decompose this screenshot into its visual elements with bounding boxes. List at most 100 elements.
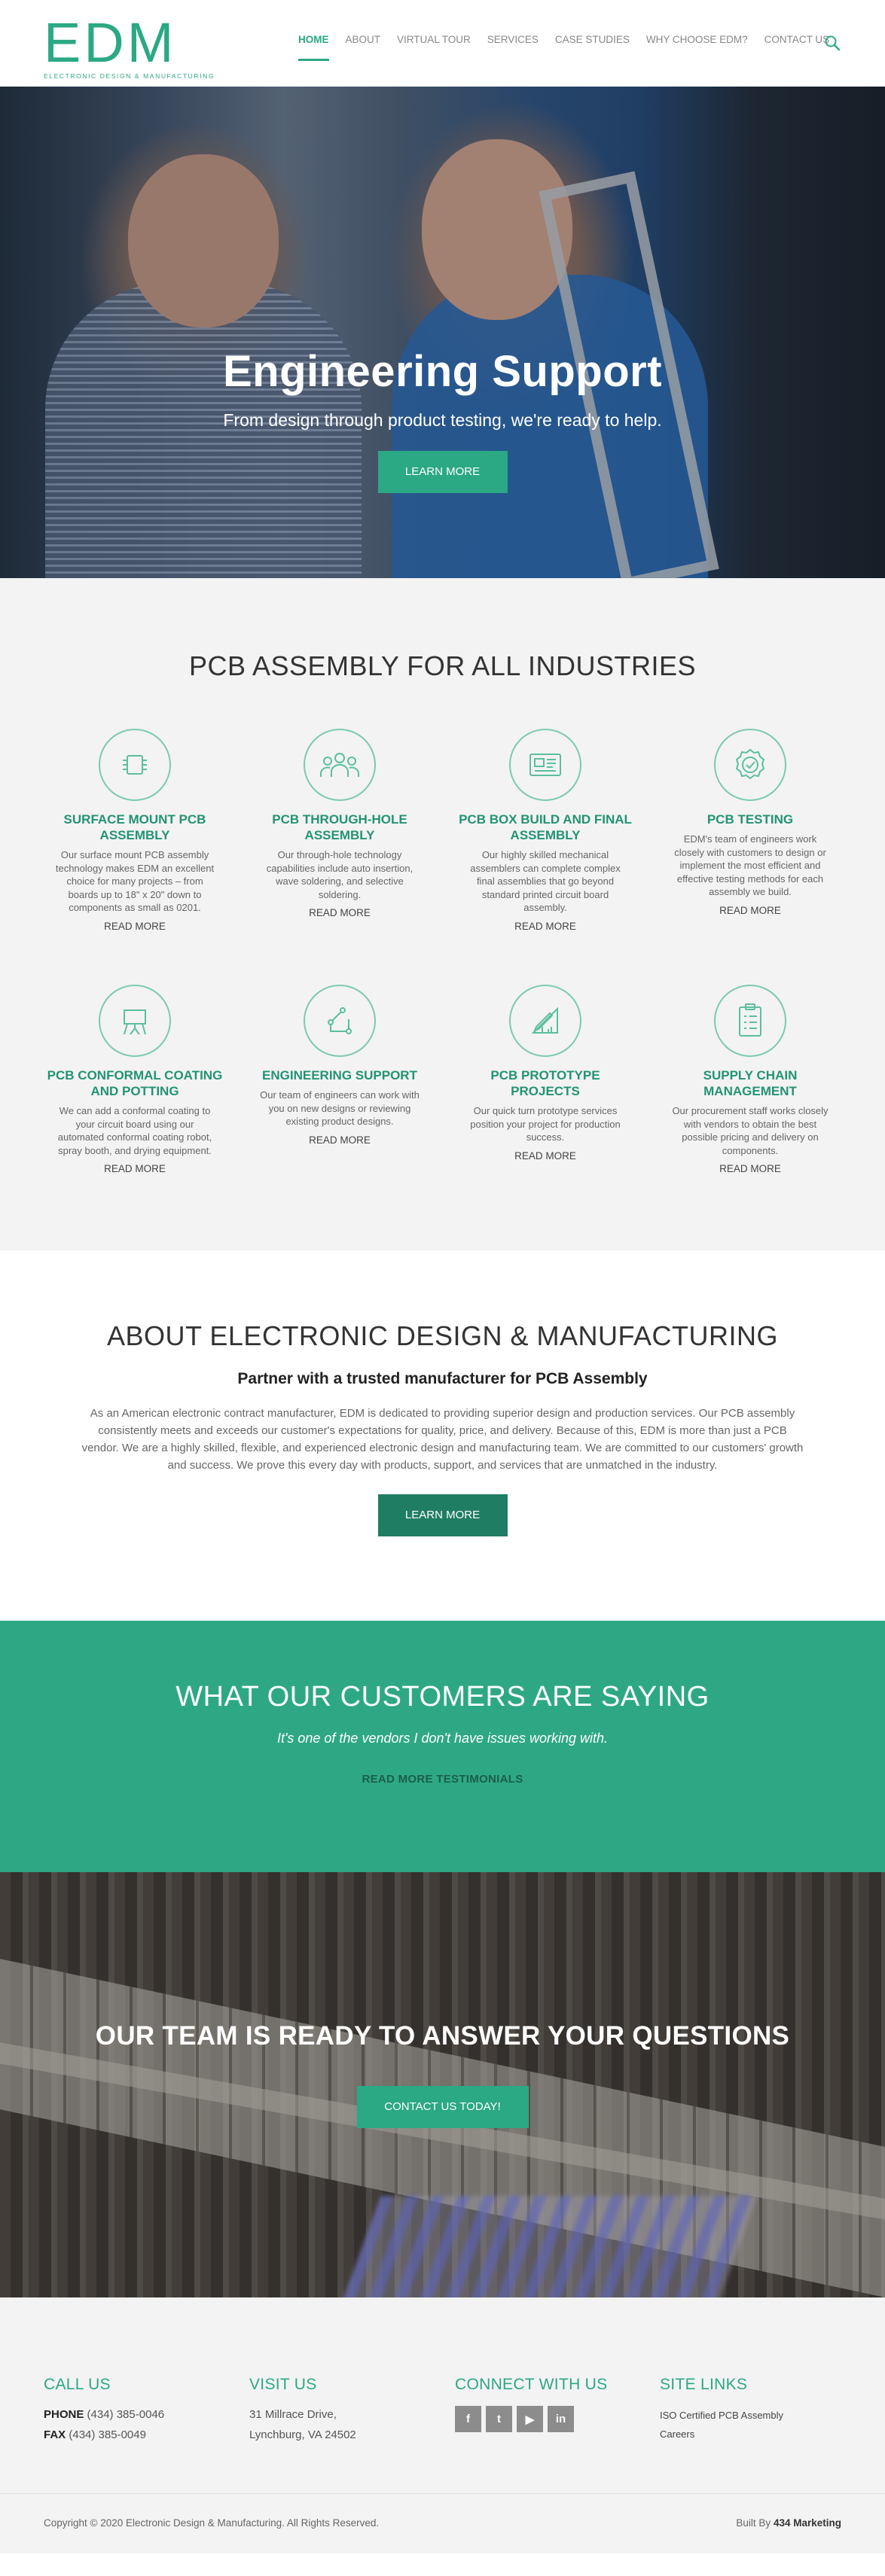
nav-item-about[interactable]: ABOUT (337, 34, 389, 61)
facebook-icon[interactable]: f (455, 2406, 481, 2432)
nav-item-home[interactable]: HOME (290, 34, 337, 61)
flow-icon[interactable] (304, 985, 376, 1057)
service-title[interactable]: PCB THROUGH-HOLE ASSEMBLY (249, 811, 430, 843)
badge-check-icon[interactable] (714, 729, 786, 801)
hero-learn-more-button[interactable]: LEARN MORE (377, 451, 508, 493)
footer-site-links: SITE LINKS ISO Certified PCB Assembly Ca… (660, 2376, 841, 2444)
box-build-icon[interactable] (509, 729, 581, 801)
services-section: PCB ASSEMBLY FOR ALL INDUSTRIES SURFACE … (0, 578, 885, 1250)
testimonial-quote: It's one of the vendors I don't have iss… (276, 1731, 609, 1746)
service-read-more-link[interactable]: READ MORE (455, 1150, 636, 1162)
service-title[interactable]: PCB TESTING (660, 811, 841, 827)
service-read-more-link[interactable]: READ MORE (249, 1134, 430, 1146)
twitter-icon[interactable]: t (486, 2406, 512, 2432)
footer-call-title: CALL US (44, 2376, 111, 2393)
cta-title: OUR TEAM IS READY TO ANSWER YOUR QUESTIO… (95, 2021, 790, 2051)
service-description: EDM's team of engineers work closely wit… (674, 833, 826, 897)
address-line-1: 31 Millrace Drive, (249, 2408, 337, 2421)
about-learn-more-button[interactable]: LEARN MORE (377, 1494, 508, 1536)
social-links: f t ▶ in (455, 2406, 636, 2432)
testimonials-section: WHAT OUR CUSTOMERS ARE SAYING It's one o… (0, 1621, 885, 1872)
built-by: Built By 434 Marketing (736, 2517, 841, 2529)
service-description: Our highly skilled mechanical assemblers… (470, 849, 621, 913)
nav-item-why-choose-edm[interactable]: WHY CHOOSE EDM? (638, 34, 756, 61)
linkedin-icon[interactable]: in (548, 2406, 574, 2432)
footer-phone: PHONE (434) 385-0046 (44, 2404, 224, 2425)
ruler-pencil-icon[interactable] (509, 985, 581, 1057)
service-read-more-link[interactable]: READ MORE (249, 907, 430, 918)
copyright-text: Copyright © 2020 Electronic Design & Man… (44, 2517, 380, 2529)
nav-item-services[interactable]: SERVICES (479, 34, 547, 61)
service-title[interactable]: ENGINEERING SUPPORT (249, 1067, 430, 1083)
services-title: PCB ASSEMBLY FOR ALL INDUSTRIES (188, 650, 697, 681)
presentation-icon[interactable] (99, 985, 171, 1057)
service-card: ENGINEERING SUPPORT Our team of engineer… (249, 985, 430, 1146)
chip-icon[interactable] (99, 729, 171, 801)
footer-visit-title: VISIT US (249, 2376, 317, 2393)
service-card: SURFACE MOUNT PCB ASSEMBLY Our surface m… (44, 729, 225, 932)
cta-section: OUR TEAM IS READY TO ANSWER YOUR QUESTIO… (0, 1872, 885, 2297)
fax-number: (434) 385-0049 (69, 2428, 146, 2441)
read-more-testimonials-link[interactable]: READ MORE TESTIMONIALS (0, 1773, 885, 1786)
nav-item-case-studies[interactable]: CASE STUDIES (547, 34, 638, 61)
nav-item-virtual-tour[interactable]: VIRTUAL TOUR (389, 34, 479, 61)
footer-connect-title: CONNECT WITH US (455, 2376, 608, 2393)
service-read-more-link[interactable]: READ MORE (44, 921, 225, 932)
cta-content: OUR TEAM IS READY TO ANSWER YOUR QUESTIO… (0, 2021, 885, 2128)
logo-tagline: ELECTRONIC DESIGN & MANUFACTURING (44, 72, 215, 80)
service-card: PCB PROTOTYPE PROJECTS Our quick turn pr… (455, 985, 636, 1162)
service-description: We can add a conformal coating to your c… (57, 1105, 212, 1156)
edm-logo[interactable]: EDM ELECTRONIC DESIGN & MANUFACTURING (44, 11, 215, 81)
site-links-list: ISO Certified PCB Assembly Careers (660, 2406, 841, 2444)
search-icon[interactable] (824, 35, 841, 51)
hero-banner: Engineering Support From design through … (0, 87, 885, 578)
clipboard-icon[interactable] (714, 985, 786, 1057)
fax-label: FAX (44, 2428, 66, 2441)
service-title[interactable]: PCB PROTOTYPE PROJECTS (455, 1067, 636, 1099)
about-text: As an American electronic contract manuf… (81, 1407, 804, 1472)
site-footer: CALL US PHONE (434) 385-0046 FAX (434) 3… (0, 2297, 885, 2493)
service-title[interactable]: PCB BOX BUILD AND FINAL ASSEMBLY (455, 811, 636, 843)
footer-visit-us: VISIT US 31 Millrace Drive, Lynchburg, V… (249, 2376, 430, 2445)
service-read-more-link[interactable]: READ MORE (44, 1163, 225, 1174)
service-read-more-link[interactable]: READ MORE (660, 905, 841, 916)
address-line-2: Lynchburg, VA 24502 (249, 2428, 356, 2441)
service-description: Our quick turn prototype services positi… (470, 1105, 621, 1143)
site-header: EDM ELECTRONIC DESIGN & MANUFACTURING HO… (0, 0, 885, 87)
built-by-link[interactable]: 434 Marketing (774, 2517, 841, 2529)
testimonials-title: WHAT OUR CUSTOMERS ARE SAYING (175, 1681, 710, 1713)
footer-call-us: CALL US PHONE (434) 385-0046 FAX (434) 3… (44, 2376, 224, 2445)
footer-site-links-title: SITE LINKS (660, 2376, 748, 2393)
footer-connect: CONNECT WITH US f t ▶ in (455, 2376, 636, 2432)
main-nav: HOME ABOUT VIRTUAL TOUR SERVICES CASE ST… (290, 34, 838, 61)
service-title[interactable]: SURFACE MOUNT PCB ASSEMBLY (44, 811, 225, 843)
careers-link[interactable]: Careers (660, 2425, 841, 2444)
phone-number[interactable]: (434) 385-0046 (87, 2408, 165, 2421)
hero-title: Engineering Support (222, 347, 663, 396)
service-title[interactable]: SUPPLY CHAIN MANAGEMENT (660, 1067, 841, 1099)
phone-label: PHONE (44, 2408, 84, 2421)
bottom-bar: Copyright © 2020 Electronic Design & Man… (0, 2493, 885, 2553)
service-read-more-link[interactable]: READ MORE (660, 1163, 841, 1174)
hero-content: Engineering Support From design through … (0, 346, 885, 493)
about-section: ABOUT ELECTRONIC DESIGN & MANUFACTURING … (0, 1250, 885, 1621)
service-title[interactable]: PCB CONFORMAL COATING AND POTTING (44, 1067, 225, 1099)
about-title: ABOUT ELECTRONIC DESIGN & MANUFACTURING (107, 1320, 778, 1351)
youtube-icon[interactable]: ▶ (517, 2406, 543, 2432)
logo-mark: EDM (44, 11, 177, 74)
service-card: PCB BOX BUILD AND FINAL ASSEMBLY Our hig… (455, 729, 636, 932)
service-description: Our surface mount PCB assembly technolog… (55, 849, 215, 913)
iso-certified-link[interactable]: ISO Certified PCB Assembly (660, 2406, 841, 2425)
team-icon[interactable] (304, 729, 376, 801)
service-description: Our procurement staff works closely with… (672, 1105, 829, 1156)
contact-us-today-button[interactable]: CONTACT US TODAY! (356, 2086, 529, 2128)
about-subtitle: Partner with a trusted manufacturer for … (237, 1370, 648, 1387)
service-read-more-link[interactable]: READ MORE (455, 921, 636, 932)
service-card: SUPPLY CHAIN MANAGEMENT Our procurement … (660, 985, 841, 1174)
service-description: Our team of engineers can work with you … (260, 1089, 420, 1127)
service-card: PCB CONFORMAL COATING AND POTTING We can… (44, 985, 225, 1174)
service-description: Our through-hole technology capabilities… (266, 849, 414, 900)
hero-subtitle: From design through product testing, we'… (223, 410, 662, 430)
service-card: PCB TESTING EDM's team of engineers work… (660, 729, 841, 916)
hero-overlay (0, 87, 885, 578)
